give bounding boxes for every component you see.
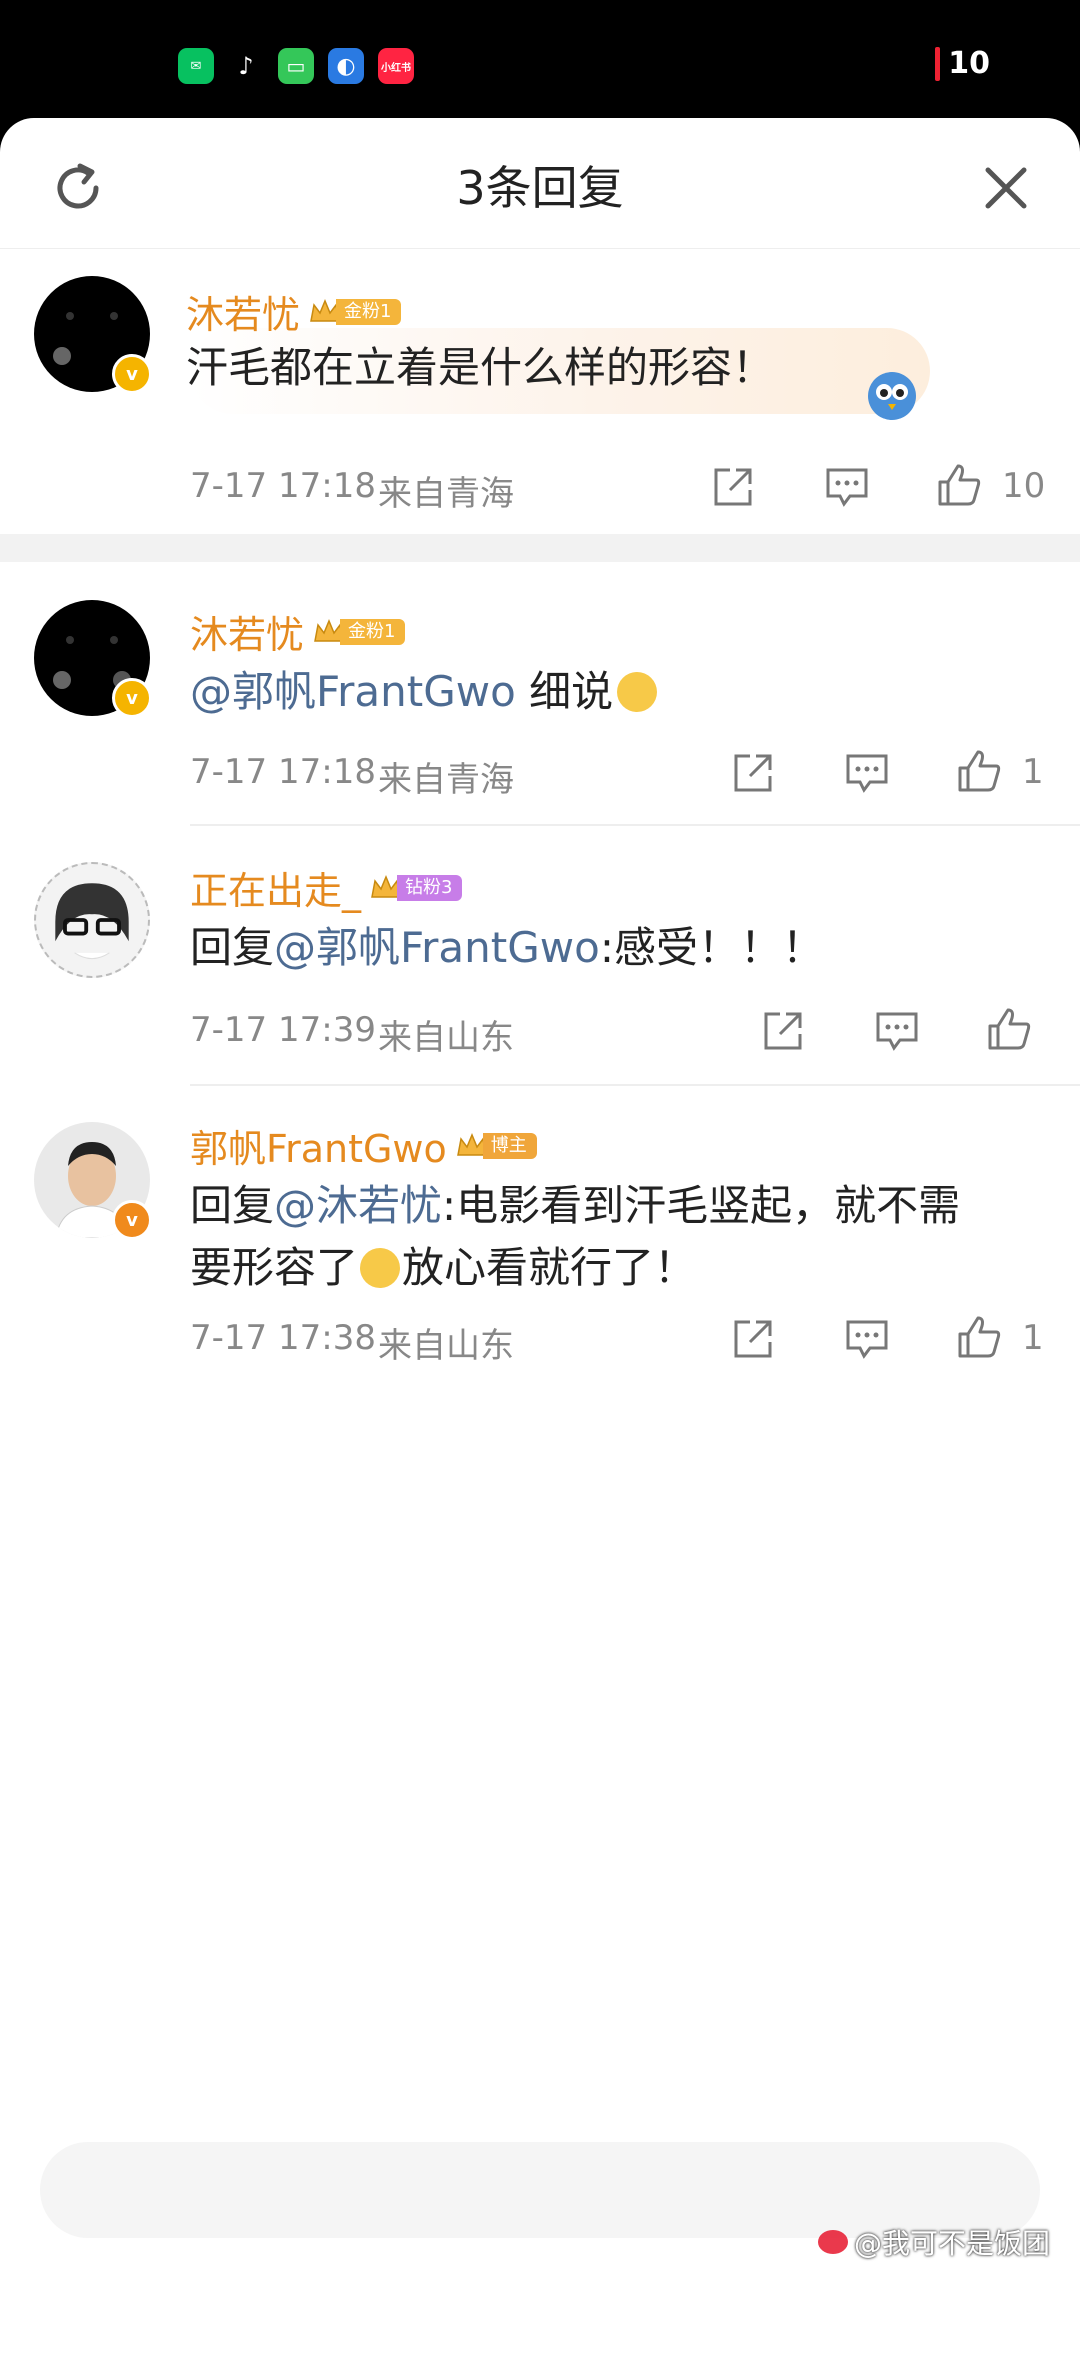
verified-badge-icon: v — [112, 1200, 152, 1240]
location: 来自山东 — [378, 1326, 514, 1366]
timestamp: 7-17 17:18 — [190, 466, 376, 506]
sheet-title: 3条回复 — [456, 161, 624, 215]
comment-header: 正在出走_ 钻粉3 — [190, 860, 463, 915]
comment-header: 郭帆FrantGwo 博主 — [190, 1118, 537, 1173]
watermark-text: @我可不是饭团 — [853, 2227, 1050, 2260]
fan-badge: 金粉1 — [308, 297, 402, 327]
comment-text: @郭帆FrantGwo 细说 — [190, 662, 658, 722]
timestamp: 7-17 17:39 — [190, 1010, 376, 1050]
username[interactable]: 沐若忧 — [190, 604, 304, 659]
battery-indicator: 10 — [935, 46, 990, 81]
avatar[interactable]: v — [34, 600, 152, 718]
battery-level: 10 — [948, 46, 990, 81]
location: 来自山东 — [378, 1018, 514, 1058]
xiaohongshu-icon: 小红书 — [378, 48, 414, 84]
username[interactable]: 正在出走_ — [190, 860, 361, 915]
avatar[interactable]: v — [34, 1122, 152, 1240]
share-icon[interactable] — [710, 464, 756, 510]
fan-badge: 金粉1 — [312, 617, 406, 647]
sheet-header: 3条回复 — [0, 118, 1080, 249]
comment-text: 回复@沐若忧:电影看到汗毛竖起，就不需 — [190, 1176, 960, 1236]
timestamp: 7-17 17:18 — [190, 752, 376, 792]
comment-body: :电影看到汗毛竖起，就不需 — [442, 1181, 961, 1230]
comment-text: 汗毛都在立着是什么样的形容！ — [186, 343, 775, 392]
comment-separator — [190, 1084, 1080, 1086]
battery-icon — [935, 46, 941, 81]
section-divider — [0, 534, 1080, 562]
fan-badge-label: 金粉1 — [336, 298, 402, 325]
verified-badge-icon: v — [112, 678, 152, 718]
comment-header: 沐若忧 金粉1 — [186, 284, 402, 339]
comment-icon[interactable] — [844, 750, 890, 796]
fan-badge: 博主 — [455, 1131, 537, 1161]
comment-separator — [190, 824, 1080, 826]
location: 来自青海 — [378, 760, 514, 800]
mention-link[interactable]: @沐若忧 — [274, 1181, 442, 1230]
mention-link[interactable]: @郭帆FrantGwo — [274, 923, 600, 972]
weibo-logo-icon — [817, 2230, 848, 2254]
browser-icon: ◐ — [328, 48, 364, 84]
comment-icon[interactable] — [824, 464, 870, 510]
comment-icon[interactable] — [844, 1316, 890, 1362]
comment-header: 沐若忧 金粉1 — [190, 604, 406, 659]
fan-badge: 钻粉3 — [369, 873, 463, 903]
wechat-icon: ✉ — [178, 48, 214, 84]
comment-body: :感受！！！ — [599, 923, 824, 972]
watermark: @我可不是饭团 — [817, 2222, 1050, 2262]
notification-icons: ✉ ♪ ▭ ◐ 小红书 — [178, 48, 414, 84]
location: 来自青海 — [378, 474, 514, 514]
close-icon[interactable] — [978, 160, 1034, 216]
status-bar: ✉ ♪ ▭ ◐ 小红书 10 — [0, 0, 1080, 120]
like-count: 10 — [1002, 466, 1046, 506]
username[interactable]: 郭帆FrantGwo — [190, 1118, 447, 1173]
grin-emoji-icon — [360, 1248, 401, 1288]
comment-text: 回复@郭帆FrantGwo:感受！！！ — [190, 918, 824, 978]
share-icon[interactable] — [730, 750, 776, 796]
like-icon[interactable] — [956, 748, 1002, 794]
mention-link[interactable]: @郭帆FrantGwo — [190, 667, 516, 716]
comment-text-line2: 要形容了 放心看就行了！ — [190, 1238, 696, 1298]
thinking-emoji-icon — [617, 672, 658, 712]
verified-badge-icon: v — [112, 354, 152, 394]
fan-badge-label: 钻粉3 — [397, 874, 463, 901]
bird-sticker-icon — [868, 372, 916, 420]
comment-body: 细说 — [515, 667, 614, 716]
like-count: 1 — [1022, 752, 1044, 792]
fan-badge-label: 博主 — [482, 1132, 537, 1159]
comment-body-part: 要形容了 — [190, 1243, 359, 1292]
comment-icon[interactable] — [874, 1008, 920, 1054]
fan-badge-label: 金粉1 — [340, 618, 406, 645]
like-icon[interactable] — [956, 1314, 1002, 1360]
username[interactable]: 沐若忧 — [186, 284, 300, 339]
share-icon[interactable] — [730, 1316, 776, 1362]
timestamp: 7-17 17:38 — [190, 1318, 376, 1358]
avatar[interactable]: v — [34, 276, 152, 394]
tiktok-icon: ♪ — [228, 48, 264, 84]
like-icon[interactable] — [986, 1006, 1032, 1052]
like-icon[interactable] — [936, 462, 982, 508]
reply-prefix: 回复 — [190, 923, 275, 972]
like-count: 1 — [1022, 1318, 1044, 1358]
reply-prefix: 回复 — [190, 1181, 275, 1230]
share-icon[interactable] — [760, 1008, 806, 1054]
comment-body-part: 放心看就行了！ — [402, 1243, 697, 1292]
avatar[interactable] — [34, 862, 150, 978]
messages-icon: ▭ — [278, 48, 314, 84]
